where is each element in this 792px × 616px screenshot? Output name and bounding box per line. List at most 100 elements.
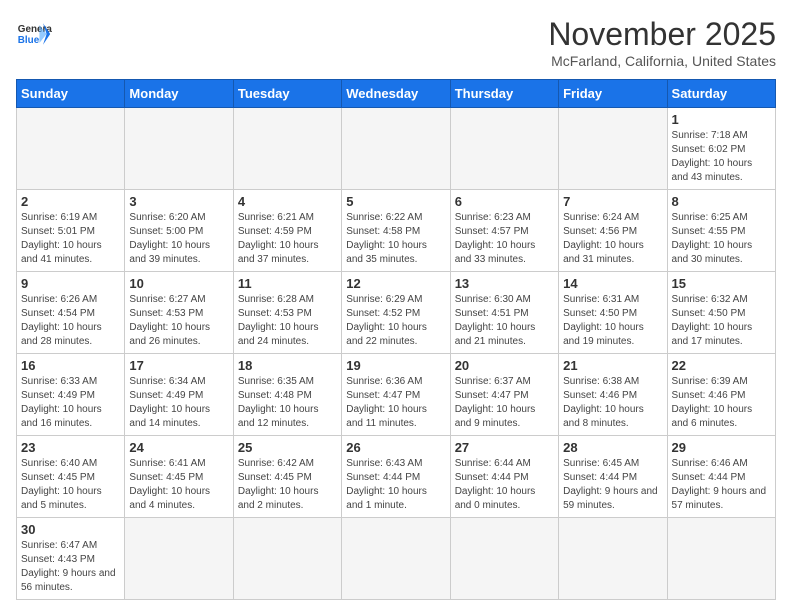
logo: General Blue <box>16 16 52 52</box>
calendar-cell: 29Sunrise: 6:46 AM Sunset: 4:44 PM Dayli… <box>667 436 775 518</box>
calendar-cell: 20Sunrise: 6:37 AM Sunset: 4:47 PM Dayli… <box>450 354 558 436</box>
calendar-cell <box>17 108 125 190</box>
day-info: Sunrise: 6:41 AM Sunset: 4:45 PM Dayligh… <box>129 457 228 513</box>
day-number: 26 <box>346 440 445 455</box>
day-info: Sunrise: 6:23 AM Sunset: 4:57 PM Dayligh… <box>455 211 554 267</box>
day-info: Sunrise: 6:20 AM Sunset: 5:00 PM Dayligh… <box>129 211 228 267</box>
day-number: 13 <box>455 276 554 291</box>
day-info: Sunrise: 6:45 AM Sunset: 4:44 PM Dayligh… <box>563 457 662 513</box>
day-header-monday: Monday <box>125 80 233 108</box>
day-info: Sunrise: 6:34 AM Sunset: 4:49 PM Dayligh… <box>129 375 228 431</box>
day-number: 11 <box>238 276 337 291</box>
day-info: Sunrise: 6:24 AM Sunset: 4:56 PM Dayligh… <box>563 211 662 267</box>
day-number: 1 <box>672 112 771 127</box>
day-info: Sunrise: 6:19 AM Sunset: 5:01 PM Dayligh… <box>21 211 120 267</box>
calendar-cell: 26 Sunrise: 6:43 AM Sunset: 4:44 PM Dayli… <box>342 436 450 518</box>
calendar-cell: 23Sunrise: 6:40 AM Sunset: 4:45 PM Dayli… <box>17 436 125 518</box>
day-number: 10 <box>129 276 228 291</box>
calendar-cell: 16Sunrise: 6:33 AM Sunset: 4:49 PM Dayli… <box>17 354 125 436</box>
day-info: Sunrise: 6:28 AM Sunset: 4:53 PM Dayligh… <box>238 293 337 349</box>
calendar-cell <box>125 108 233 190</box>
day-number: 21 <box>563 358 662 373</box>
day-info: Sunrise: 7:18 AM Sunset: 6:02 PM Dayligh… <box>672 129 771 185</box>
calendar-title-area: November 2025 McFarland, California, Uni… <box>548 16 776 69</box>
calendar-cell: 18 Sunrise: 6:35 AM Sunset: 4:48 PM Dayli… <box>233 354 341 436</box>
day-info: Sunrise: 6:26 AM Sunset: 4:54 PM Dayligh… <box>21 293 120 349</box>
day-info: Sunrise: 6:42 AM Sunset: 4:45 PM Dayligh… <box>238 457 337 513</box>
day-number: 23 <box>21 440 120 455</box>
calendar-cell: 9Sunrise: 6:26 AM Sunset: 4:54 PM Daylig… <box>17 272 125 354</box>
day-number: 28 <box>563 440 662 455</box>
calendar-cell <box>342 108 450 190</box>
calendar-cell: 3Sunrise: 6:20 AM Sunset: 5:00 PM Daylig… <box>125 190 233 272</box>
day-info: Sunrise: 6:36 AM Sunset: 4:47 PM Dayligh… <box>346 375 445 431</box>
day-info: Sunrise: 6:38 AM Sunset: 4:46 PM Dayligh… <box>563 375 662 431</box>
calendar-cell <box>559 518 667 600</box>
calendar-cell: 19 Sunrise: 6:36 AM Sunset: 4:47 PM Dayli… <box>342 354 450 436</box>
day-info: Sunrise: 6:39 AM Sunset: 4:46 PM Dayligh… <box>672 375 771 431</box>
day-number: 30 <box>21 522 120 537</box>
calendar-week-row: 30 Sunrise: 6:47 AM Sunset: 4:43 PM Dayli… <box>17 518 776 600</box>
calendar-cell: 12Sunrise: 6:29 AM Sunset: 4:52 PM Dayli… <box>342 272 450 354</box>
calendar-cell <box>342 518 450 600</box>
day-info: Sunrise: 6:47 AM Sunset: 4:43 PM Dayligh… <box>21 539 120 595</box>
svg-text:Blue: Blue <box>18 35 40 46</box>
day-number: 5 <box>346 194 445 209</box>
day-header-tuesday: Tuesday <box>233 80 341 108</box>
day-number: 24 <box>129 440 228 455</box>
day-info: Sunrise: 6:35 AM Sunset: 4:48 PM Dayligh… <box>238 375 337 431</box>
calendar-cell: 21 Sunrise: 6:38 AM Sunset: 4:46 PM Dayli… <box>559 354 667 436</box>
calendar-cell: 6 Sunrise: 6:23 AM Sunset: 4:57 PM Daylig… <box>450 190 558 272</box>
day-number: 22 <box>672 358 771 373</box>
calendar-cell: 5 Sunrise: 6:22 AM Sunset: 4:58 PM Daylig… <box>342 190 450 272</box>
day-info: Sunrise: 6:43 AM Sunset: 4:44 PM Dayligh… <box>346 457 445 513</box>
calendar-cell <box>125 518 233 600</box>
day-number: 14 <box>563 276 662 291</box>
day-number: 2 <box>21 194 120 209</box>
calendar-week-row: 16Sunrise: 6:33 AM Sunset: 4:49 PM Dayli… <box>17 354 776 436</box>
calendar-header-row: SundayMondayTuesdayWednesdayThursdayFrid… <box>17 80 776 108</box>
calendar-cell: 10Sunrise: 6:27 AM Sunset: 4:53 PM Dayli… <box>125 272 233 354</box>
calendar-week-row: 1 Sunrise: 7:18 AM Sunset: 6:02 PM Daylig… <box>17 108 776 190</box>
calendar-cell: 30 Sunrise: 6:47 AM Sunset: 4:43 PM Dayli… <box>17 518 125 600</box>
day-number: 15 <box>672 276 771 291</box>
day-header-sunday: Sunday <box>17 80 125 108</box>
day-number: 17 <box>129 358 228 373</box>
day-number: 25 <box>238 440 337 455</box>
day-number: 6 <box>455 194 554 209</box>
day-number: 29 <box>672 440 771 455</box>
calendar-cell: 2 Sunrise: 6:19 AM Sunset: 5:01 PM Daylig… <box>17 190 125 272</box>
location-subtitle: McFarland, California, United States <box>548 53 776 69</box>
day-number: 7 <box>563 194 662 209</box>
day-header-saturday: Saturday <box>667 80 775 108</box>
calendar-cell: 15 Sunrise: 6:32 AM Sunset: 4:50 PM Dayli… <box>667 272 775 354</box>
calendar-cell: 24 Sunrise: 6:41 AM Sunset: 4:45 PM Dayli… <box>125 436 233 518</box>
calendar-cell <box>559 108 667 190</box>
day-info: Sunrise: 6:44 AM Sunset: 4:44 PM Dayligh… <box>455 457 554 513</box>
calendar-cell <box>450 108 558 190</box>
calendar-cell: 27Sunrise: 6:44 AM Sunset: 4:44 PM Dayli… <box>450 436 558 518</box>
day-number: 18 <box>238 358 337 373</box>
day-number: 19 <box>346 358 445 373</box>
calendar-week-row: 2 Sunrise: 6:19 AM Sunset: 5:01 PM Daylig… <box>17 190 776 272</box>
day-info: Sunrise: 6:25 AM Sunset: 4:55 PM Dayligh… <box>672 211 771 267</box>
day-info: Sunrise: 6:21 AM Sunset: 4:59 PM Dayligh… <box>238 211 337 267</box>
calendar-cell <box>667 518 775 600</box>
calendar-cell: 4 Sunrise: 6:21 AM Sunset: 4:59 PM Daylig… <box>233 190 341 272</box>
day-info: Sunrise: 6:30 AM Sunset: 4:51 PM Dayligh… <box>455 293 554 349</box>
day-header-friday: Friday <box>559 80 667 108</box>
day-info: Sunrise: 6:32 AM Sunset: 4:50 PM Dayligh… <box>672 293 771 349</box>
general-blue-logo-icon: General Blue <box>16 16 52 52</box>
day-number: 8 <box>672 194 771 209</box>
day-number: 4 <box>238 194 337 209</box>
calendar-week-row: 9Sunrise: 6:26 AM Sunset: 4:54 PM Daylig… <box>17 272 776 354</box>
calendar-cell: 28 Sunrise: 6:45 AM Sunset: 4:44 PM Dayli… <box>559 436 667 518</box>
calendar-cell <box>233 518 341 600</box>
calendar-cell: 1 Sunrise: 7:18 AM Sunset: 6:02 PM Daylig… <box>667 108 775 190</box>
day-info: Sunrise: 6:22 AM Sunset: 4:58 PM Dayligh… <box>346 211 445 267</box>
calendar-cell: 22 Sunrise: 6:39 AM Sunset: 4:46 PM Dayli… <box>667 354 775 436</box>
day-info: Sunrise: 6:29 AM Sunset: 4:52 PM Dayligh… <box>346 293 445 349</box>
calendar-cell: 11 Sunrise: 6:28 AM Sunset: 4:53 PM Dayli… <box>233 272 341 354</box>
day-header-wednesday: Wednesday <box>342 80 450 108</box>
day-info: Sunrise: 6:31 AM Sunset: 4:50 PM Dayligh… <box>563 293 662 349</box>
